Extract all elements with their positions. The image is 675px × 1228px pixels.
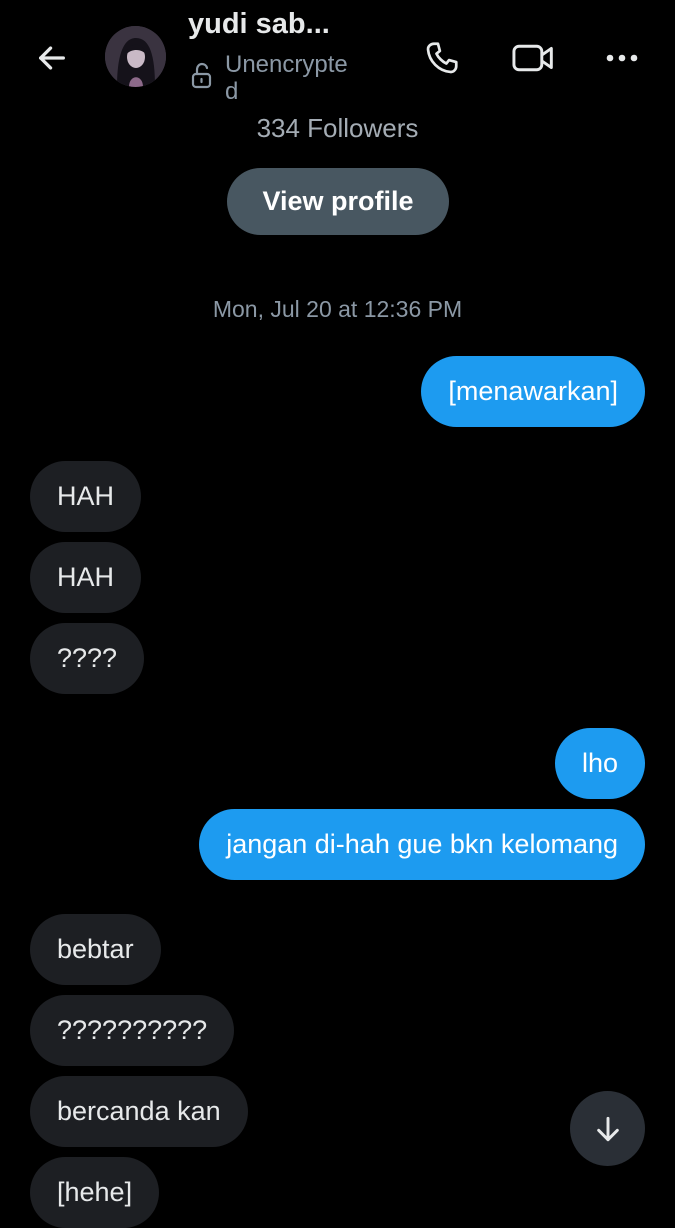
more-horizontal-icon: [604, 52, 640, 64]
contact-name[interactable]: yudi sab...: [188, 8, 330, 41]
date-separator: Mon, Jul 20 at 12:36 PM: [212, 296, 463, 322]
more-options-button[interactable]: [598, 34, 646, 82]
arrow-down-icon: [592, 1113, 624, 1145]
arrow-left-icon: [35, 41, 69, 75]
incoming-message[interactable]: HAH: [30, 461, 142, 532]
call-button[interactable]: [418, 34, 466, 82]
phone-icon: [424, 40, 460, 76]
followers-count: 334 Followers: [256, 113, 419, 143]
contact-avatar[interactable]: [105, 26, 166, 87]
incoming-message[interactable]: ??????????: [30, 995, 235, 1066]
back-button[interactable]: [28, 34, 76, 82]
encryption-status: Unencrypted: [225, 51, 348, 105]
view-profile-button[interactable]: View profile: [227, 168, 449, 235]
outgoing-message[interactable]: [menawarkan]: [421, 356, 645, 427]
outgoing-message[interactable]: lho: [554, 728, 645, 799]
incoming-message[interactable]: ????: [30, 623, 145, 694]
incoming-message[interactable]: bebtar: [30, 914, 161, 985]
unlock-icon: [190, 62, 214, 90]
incoming-message[interactable]: [hehe]: [30, 1157, 160, 1228]
scroll-to-bottom-button[interactable]: [570, 1091, 645, 1166]
video-call-button[interactable]: [508, 34, 558, 82]
incoming-message[interactable]: HAH: [30, 542, 142, 613]
video-camera-icon: [511, 41, 555, 75]
incoming-message[interactable]: bercanda kan: [30, 1076, 248, 1147]
outgoing-message[interactable]: jangan di-hah gue bkn kelomang: [199, 809, 645, 880]
